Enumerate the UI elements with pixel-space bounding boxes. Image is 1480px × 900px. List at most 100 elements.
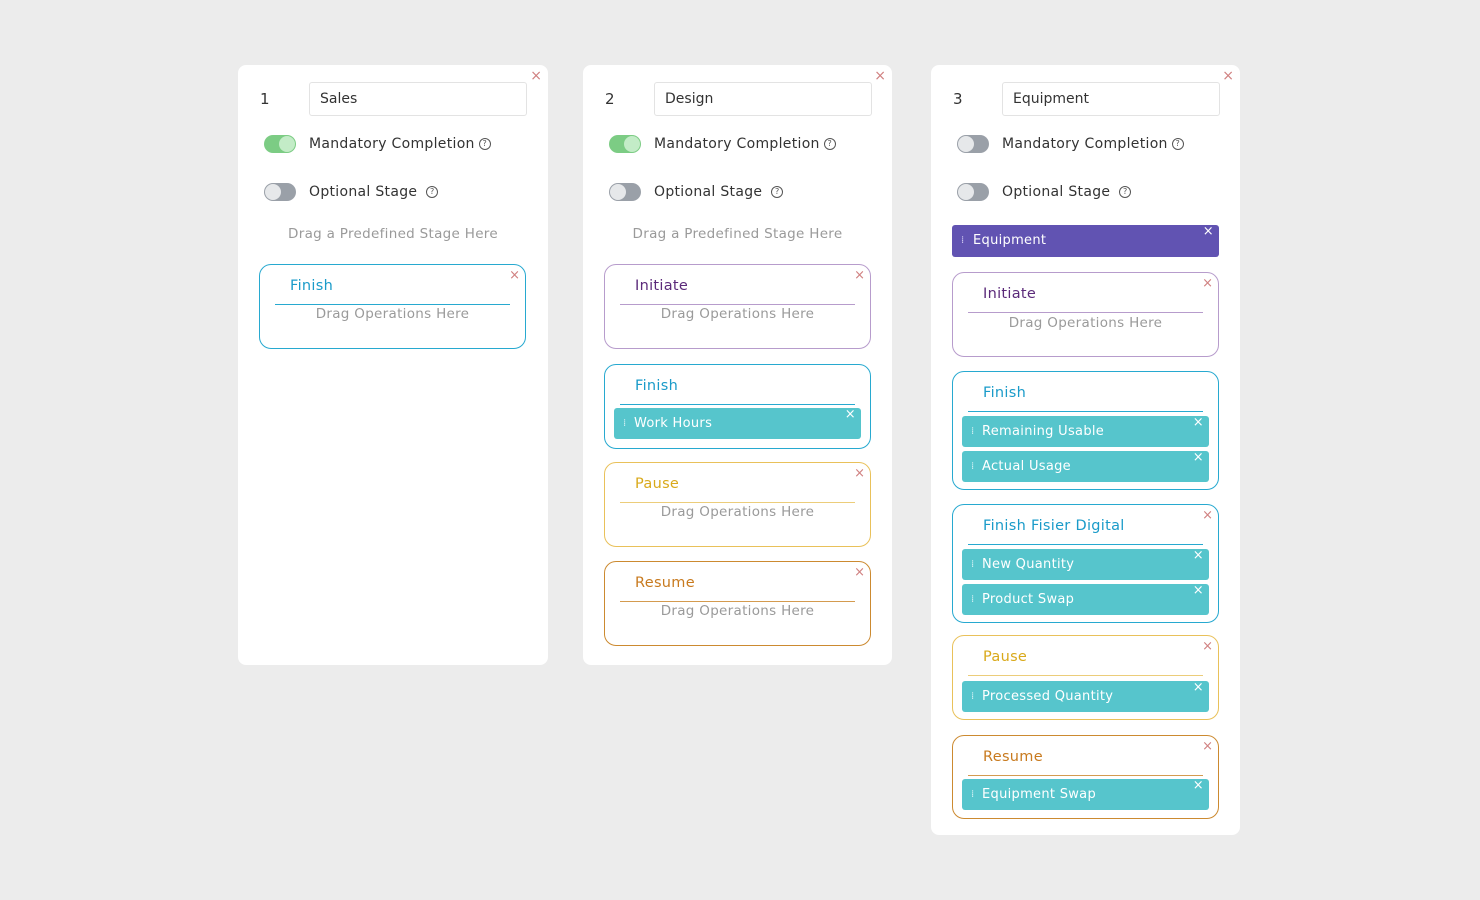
help-icon[interactable]: ? [1119, 186, 1132, 198]
predefined-stage-dropzone[interactable]: Drag a Predefined Stage Here [583, 226, 892, 242]
operations-dropzone[interactable]: Drag Operations Here [605, 603, 870, 619]
close-icon[interactable]: × [874, 69, 886, 83]
stage-name-input[interactable] [309, 82, 527, 116]
mandatory-completion-toggle[interactable] [609, 135, 641, 153]
operation-title: Finish Fisier Digital [983, 518, 1125, 534]
operations-dropzone[interactable]: Drag Operations Here [605, 504, 870, 520]
operation-box-initiate[interactable]: × Initiate Drag Operations Here [604, 264, 871, 349]
operation-chip[interactable]: ⁞ Equipment Swap × [962, 778, 1209, 810]
drag-handle-icon[interactable]: ⁞ [971, 584, 974, 615]
close-icon[interactable]: × [1193, 575, 1204, 606]
operation-title: Finish [290, 278, 334, 294]
operation-chip[interactable]: ⁞ Work Hours × [614, 407, 861, 439]
close-icon[interactable]: × [1193, 672, 1204, 703]
divider [620, 404, 855, 405]
drag-handle-icon[interactable]: ⁞ [971, 681, 974, 712]
mandatory-completion-label: Mandatory Completion [309, 136, 475, 152]
close-icon[interactable]: × [1203, 216, 1214, 248]
operation-title: Pause [635, 476, 680, 492]
close-icon[interactable]: × [1222, 69, 1234, 83]
close-icon[interactable]: × [530, 69, 542, 83]
chip-label: Work Hours [634, 416, 713, 431]
chip-label: Processed Quantity [982, 689, 1114, 704]
close-icon[interactable]: × [509, 269, 520, 282]
close-icon[interactable]: × [1193, 540, 1204, 571]
operation-title: Finish [635, 378, 679, 394]
optional-stage-toggle[interactable] [609, 183, 641, 201]
toggle-knob [958, 136, 974, 152]
operation-box-pause[interactable]: × Pause Drag Operations Here [604, 462, 871, 547]
mandatory-completion-toggle[interactable] [264, 135, 296, 153]
toggle-knob [265, 184, 281, 200]
help-icon[interactable]: ? [823, 138, 836, 150]
toggle-knob [958, 184, 974, 200]
operation-box-finish[interactable]: Finish ⁞ Work Hours × [604, 364, 871, 449]
operations-dropzone[interactable]: Drag Operations Here [953, 315, 1218, 331]
mandatory-completion-row: Mandatory Completion ? [957, 133, 1184, 155]
close-icon[interactable]: × [1202, 740, 1213, 753]
optional-stage-label: Optional Stage [654, 184, 763, 200]
operation-box-resume[interactable]: × Resume ⁞ Equipment Swap × [952, 735, 1219, 819]
operation-box-finish-fisier-digital[interactable]: × Finish Fisier Digital ⁞ New Quantity ×… [952, 504, 1219, 623]
help-icon[interactable]: ? [478, 138, 491, 150]
help-icon[interactable]: ? [771, 186, 784, 198]
close-icon[interactable]: × [854, 467, 865, 480]
operation-chip[interactable]: ⁞ Product Swap × [962, 583, 1209, 615]
close-icon[interactable]: × [1193, 770, 1204, 801]
optional-stage-row: Optional Stage ? [264, 181, 439, 203]
drag-handle-icon[interactable]: ⁞ [971, 549, 974, 580]
operation-chip[interactable]: ⁞ Remaining Usable × [962, 415, 1209, 447]
operation-chip[interactable]: ⁞ Processed Quantity × [962, 680, 1209, 712]
operation-title: Initiate [635, 278, 689, 294]
stage-number: 2 [605, 90, 615, 108]
mandatory-completion-row: Mandatory Completion ? [609, 133, 836, 155]
close-icon[interactable]: × [854, 566, 865, 579]
drag-handle-icon[interactable]: ⁞ [961, 225, 964, 257]
stage-number: 1 [260, 90, 270, 108]
operations-dropzone[interactable]: Drag Operations Here [605, 306, 870, 322]
divider [620, 601, 855, 602]
drag-handle-icon[interactable]: ⁞ [971, 779, 974, 810]
close-icon[interactable]: × [1193, 442, 1204, 473]
stage-number: 3 [953, 90, 963, 108]
predefined-stage-label: Equipment [973, 233, 1047, 248]
drag-handle-icon[interactable]: ⁞ [623, 408, 626, 439]
chip-label: Actual Usage [982, 459, 1071, 474]
help-icon[interactable]: ? [426, 186, 439, 198]
optional-stage-row: Optional Stage ? [609, 181, 784, 203]
operation-chip[interactable]: ⁞ Actual Usage × [962, 450, 1209, 482]
divider [968, 775, 1203, 776]
help-icon[interactable]: ? [1171, 138, 1184, 150]
close-icon[interactable]: × [1202, 277, 1213, 290]
optional-stage-toggle[interactable] [957, 183, 989, 201]
predefined-stage-dropzone[interactable]: Drag a Predefined Stage Here [238, 226, 548, 242]
operation-box-pause[interactable]: × Pause ⁞ Processed Quantity × [952, 635, 1219, 720]
chip-label: Equipment Swap [982, 787, 1097, 802]
mandatory-completion-label: Mandatory Completion [654, 136, 820, 152]
chip-label: Remaining Usable [982, 424, 1105, 439]
stage-name-input[interactable] [1002, 82, 1220, 116]
drag-handle-icon[interactable]: ⁞ [971, 451, 974, 482]
mandatory-completion-label: Mandatory Completion [1002, 136, 1168, 152]
operations-dropzone[interactable]: Drag Operations Here [260, 306, 525, 322]
optional-stage-label: Optional Stage [309, 184, 418, 200]
toggle-knob [624, 136, 640, 152]
close-icon[interactable]: × [854, 269, 865, 282]
optional-stage-toggle[interactable] [264, 183, 296, 201]
operation-box-resume[interactable]: × Resume Drag Operations Here [604, 561, 871, 646]
close-icon[interactable]: × [845, 399, 856, 430]
predefined-stage-chip[interactable]: ⁞ Equipment × [952, 224, 1219, 257]
close-icon[interactable]: × [1193, 407, 1204, 438]
operation-box-finish[interactable]: Finish ⁞ Remaining Usable × ⁞ Actual Usa… [952, 371, 1219, 490]
mandatory-completion-toggle[interactable] [957, 135, 989, 153]
divider [968, 675, 1203, 676]
operation-box-initiate[interactable]: × Initiate Drag Operations Here [952, 272, 1219, 357]
toggle-knob [610, 184, 626, 200]
operation-box-finish[interactable]: × Finish Drag Operations Here [259, 264, 526, 349]
close-icon[interactable]: × [1202, 509, 1213, 522]
divider [620, 304, 855, 305]
stage-name-input[interactable] [654, 82, 872, 116]
operation-chip[interactable]: ⁞ New Quantity × [962, 548, 1209, 580]
close-icon[interactable]: × [1202, 640, 1213, 653]
drag-handle-icon[interactable]: ⁞ [971, 416, 974, 447]
